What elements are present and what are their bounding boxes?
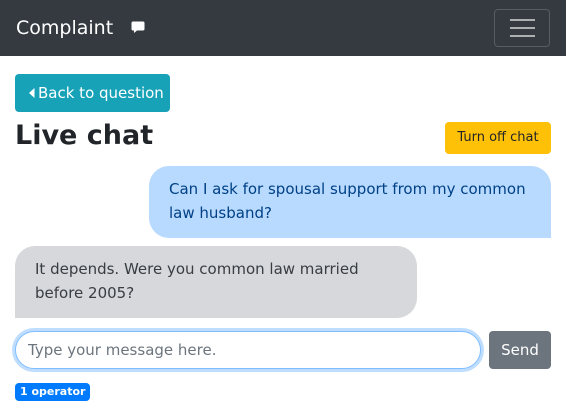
back-to-question-button[interactable]: Back to question <box>15 74 170 112</box>
page-title: Live chat <box>15 120 154 151</box>
user-message-bubble: Can I ask for spousal support from my co… <box>149 166 551 238</box>
navbar-toggler-button[interactable] <box>494 9 550 47</box>
turn-off-chat-button[interactable]: Turn off chat <box>445 122 551 154</box>
top-navbar: Complaint <box>0 0 566 56</box>
operator-count-badge: 1 operator <box>15 383 91 401</box>
chat-bubble-icon[interactable] <box>131 20 145 34</box>
message-input[interactable] <box>15 331 481 369</box>
back-button-label: Back to question <box>38 84 164 102</box>
navbar-brand[interactable]: Complaint <box>16 16 113 40</box>
caret-left-icon <box>29 88 35 98</box>
operator-message-bubble: It depends. Were you common law married … <box>15 246 417 318</box>
send-button[interactable]: Send <box>489 331 551 369</box>
